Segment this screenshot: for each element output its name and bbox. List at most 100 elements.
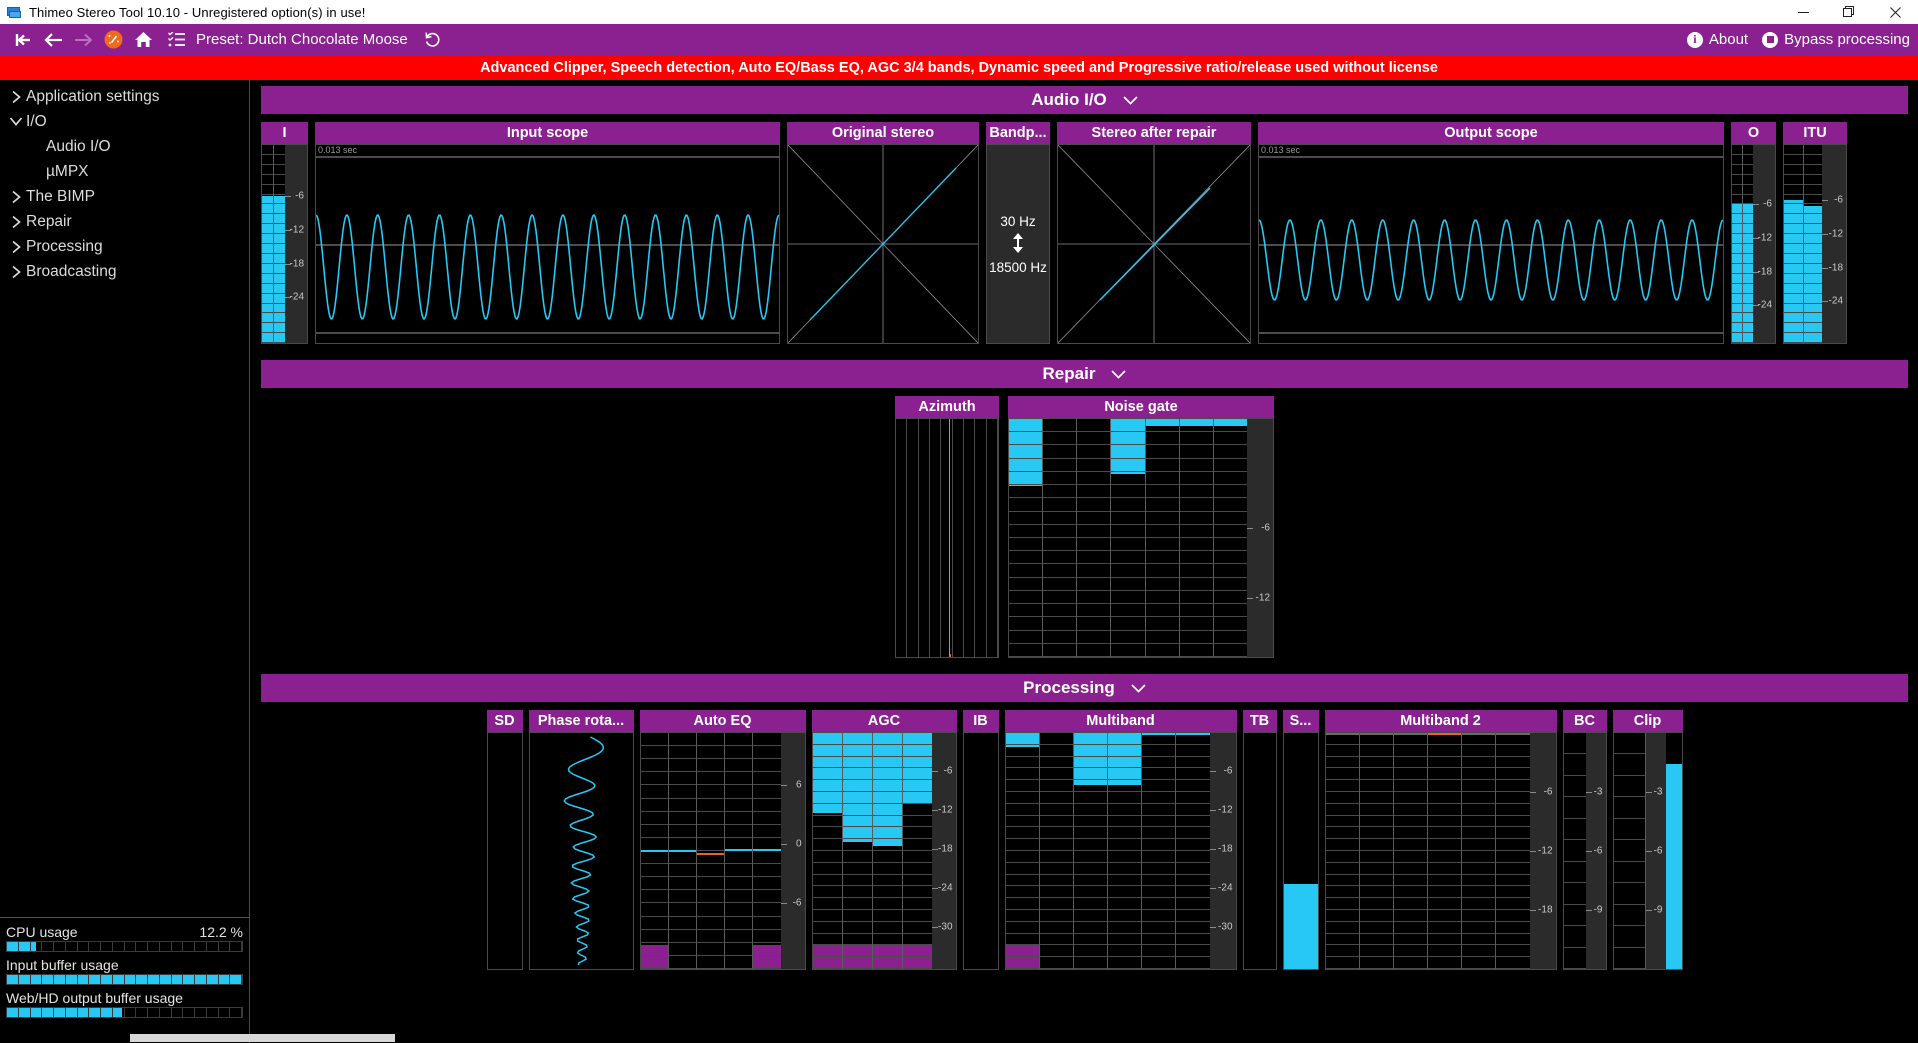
output-scope-waveform [1259,156,1723,334]
s-body[interactable] [1282,732,1319,970]
window-titlebar: Thimeo Stereo Tool 10.10 - Unregistered … [0,0,1918,24]
output-meter-body[interactable]: -6 -12 -18 -24 [1731,144,1776,344]
agc-column [842,733,873,969]
multiband-body[interactable]: -6 -12 -18 -24 -30 [1004,732,1237,970]
clip-body[interactable]: -3 -6 -9 [1612,732,1683,970]
sidebar-item-repair[interactable]: Repair [0,209,249,234]
scale-label: -24 [1218,882,1233,894]
output-scope-body[interactable]: 0.013 sec [1258,144,1724,344]
preset-control[interactable]: Preset: Dutch Chocolate Moose [162,24,408,55]
scale-label: -3 [1593,786,1603,798]
azimuth-body[interactable] [895,418,999,658]
main-area: Application settings I/O Audio I/O µMPX The … [0,80,1918,1043]
close-button[interactable] [1872,0,1918,24]
sidebar-item-processing[interactable]: Processing [0,234,249,259]
auto-eq-body[interactable]: 6 0 -6 [639,732,806,970]
sidebar-item-mpx[interactable]: µMPX [0,159,249,184]
phase-rotation-body[interactable] [528,732,634,970]
agc-body[interactable]: -6 -12 -18 -24 -30 [811,732,957,970]
input-buffer-label: Input buffer usage [6,957,119,973]
repair-panels: Azimuth Noise gate -6 -12 [261,396,1908,658]
bandpass-high-value: 18500 Hz [989,259,1047,275]
sd-body[interactable] [486,732,523,970]
sidebar-item-audio-i-o[interactable]: Audio I/O [0,134,249,159]
panel-tb: TB [1242,710,1277,970]
input-scope-waveform [316,156,779,334]
stereo-after-repair-body[interactable] [1057,144,1251,344]
ib-body[interactable] [962,732,999,970]
section-header-processing[interactable]: Processing [261,674,1908,702]
home-icon[interactable] [128,24,158,55]
window-controls [1780,0,1918,24]
panel-input-scope: Input scope 0.013 sec [315,122,780,344]
tb-body[interactable] [1242,732,1277,970]
scale-label: -6 [792,897,802,909]
horizontal-scrollbar[interactable] [0,1033,395,1043]
maximize-button[interactable] [1826,0,1872,24]
panel-azimuth: Azimuth [895,396,999,658]
panel-title-phase-rotation: Phase rota... [528,710,634,732]
itu-meter-body[interactable]: -6 -12 -18 -24 [1783,144,1847,344]
updown-arrow-icon [1012,232,1024,256]
sidebar-item-label: Broadcasting [26,262,117,280]
bandpass-body[interactable]: 30 Hz 18500 Hz [986,144,1050,344]
scale-label: -24 [289,291,304,303]
forward-arrow-icon[interactable] [68,24,98,55]
scale-label: -30 [938,921,953,933]
section-header-repair[interactable]: Repair [261,360,1908,388]
panel-title-bandpass: Bandp... [986,122,1050,144]
panel-title-original-stereo: Original stereo [787,122,979,144]
chevron-down-icon [1131,683,1146,693]
input-scope-body[interactable]: 0.013 sec [315,144,780,344]
multiband2-scale: -6 -12 -18 [1529,733,1556,969]
original-stereo-plot [787,144,979,344]
scale-label: -6 [1593,845,1603,857]
bc-column [1563,733,1586,969]
content-area: Audio I/O I -6 -12 -18 -24 Input scope 0.01… [251,80,1918,1043]
about-button[interactable]: i About [1686,31,1748,48]
minimize-button[interactable] [1780,0,1826,24]
bypass-icon [1762,31,1779,48]
sidebar-nav: Application settings I/O Audio I/O µMPX The … [0,80,249,284]
input-meter-body[interactable]: -6 -12 -18 -24 [261,144,308,344]
chevron-right-icon [6,190,26,204]
phase-rotation-curve [562,736,604,966]
scale-label: 0 [795,838,802,850]
input-scope-time-label: 0.013 sec [318,145,358,155]
sidebar-item-i-o[interactable]: I/O [0,109,249,134]
itu-meter-column [1784,145,1804,343]
input-meter-column [262,145,274,343]
scale-label: -12 [1828,228,1843,240]
bc-body[interactable]: -3 -6 -9 [1562,732,1607,970]
agc-column [872,733,903,969]
scale-label: -12 [1538,845,1553,857]
section-header-audio-io[interactable]: Audio I/O [261,86,1908,114]
sidebar-item-broadcasting[interactable]: Broadcasting [0,259,249,284]
sidebar-item-label: The BIMP [26,187,95,205]
scale-label: -24 [1828,295,1843,307]
clip-level-bar [1665,733,1682,969]
first-icon[interactable] [8,24,38,55]
bypass-processing-button[interactable]: Bypass processing [1762,31,1910,48]
scale-label: -3 [1653,786,1663,798]
scale-label: -30 [1218,921,1233,933]
sidebar-item-application-settings[interactable]: Application settings [0,84,249,109]
back-arrow-icon[interactable] [38,24,68,55]
original-stereo-body[interactable] [787,144,979,344]
input-buffer-bar [6,974,243,985]
multiband-scale: -6 -12 -18 -24 -30 [1209,733,1236,969]
meter-icon[interactable] [98,24,128,55]
noise-gate-body[interactable]: -6 -12 [1008,418,1274,658]
bc-scale: -3 -6 -9 [1585,733,1606,969]
chevron-right-icon [6,90,26,104]
sidebar-item-the-bimp[interactable]: The BIMP [0,184,249,209]
scale-label: -18 [289,258,304,270]
scale-label: -9 [1593,904,1603,916]
reset-icon[interactable] [418,24,448,55]
panel-original-stereo: Original stereo [787,122,979,344]
multiband2-column [1462,733,1497,969]
cpu-usage-value: 12.2 % [199,924,243,940]
scale-label: -12 [1218,804,1233,816]
auto-eq-column [640,733,669,969]
multiband2-body[interactable]: -6 -12 -18 [1324,732,1557,970]
